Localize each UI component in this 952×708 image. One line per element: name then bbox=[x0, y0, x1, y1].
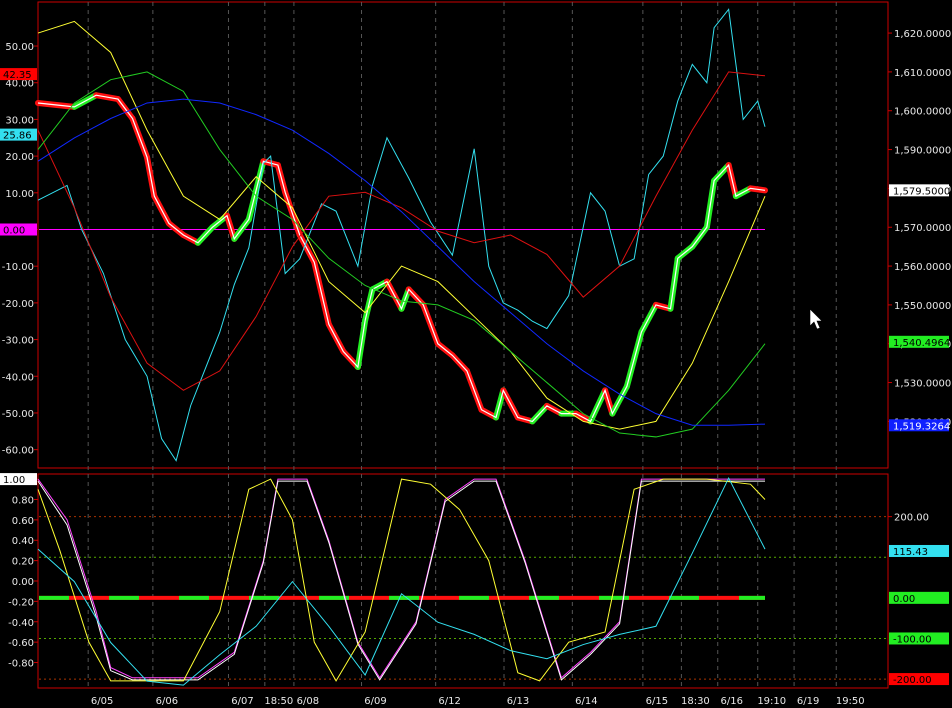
x-tick-label: 6/07 bbox=[231, 696, 253, 707]
x-tick-label: 6/16 bbox=[721, 696, 743, 707]
right-axis-tick-label: 1,560.0000 bbox=[894, 262, 951, 273]
left-axis-tick-label: 0.00 bbox=[12, 577, 34, 588]
left-axis-tick-label: -0.80 bbox=[8, 659, 34, 670]
left-axis-tick-label: -40.00 bbox=[2, 372, 34, 383]
x-tick-label: 6/08 bbox=[297, 696, 319, 707]
value-tag-label: 0.00 bbox=[893, 594, 915, 605]
left-axis-tick-label: 0.80 bbox=[12, 495, 34, 506]
left-axis-tick-label: 10.00 bbox=[5, 189, 34, 200]
right-axis-tick-label: 1,550.0000 bbox=[894, 301, 951, 312]
series-line bbox=[37, 8, 766, 462]
x-tick-label: 19:10 bbox=[757, 696, 786, 707]
x-tick-label: 18:50 bbox=[264, 696, 293, 707]
x-tick-label: 6/05 bbox=[91, 696, 113, 707]
x-tick-label: 6/19 bbox=[797, 696, 819, 707]
series-line bbox=[37, 476, 766, 686]
x-tick-label: 18:30 bbox=[681, 696, 710, 707]
series-line bbox=[37, 478, 766, 682]
left-axis-tick-label: 50.00 bbox=[5, 42, 34, 53]
left-axis-tick-label: 30.00 bbox=[5, 115, 34, 126]
right-axis-tick-label: 1,610.0000 bbox=[894, 68, 951, 79]
price-line bbox=[37, 94, 766, 423]
right-axis-tick-label: 1,590.0000 bbox=[894, 146, 951, 157]
right-axis-tick-label: 200.00 bbox=[894, 513, 929, 524]
left-axis-tick-label: 20.00 bbox=[5, 152, 34, 163]
value-tag-label: 115.43 bbox=[893, 547, 928, 558]
series-line bbox=[37, 20, 766, 430]
series-line bbox=[37, 71, 766, 438]
left-axis-tick-label: -60.00 bbox=[2, 446, 34, 457]
trading-chart: 6/05 6/06 6/07 18:50 6/08 6/09 6/12 6/13 6/14 6/1… bbox=[0, 1, 951, 707]
x-tick-label: 6/14 bbox=[575, 696, 597, 707]
value-tag-label: -200.00 bbox=[893, 675, 932, 686]
value-tag-label: 1,579.5000 bbox=[893, 186, 950, 197]
mouse-cursor-icon bbox=[809, 308, 823, 330]
left-axis-tick-label: 0.60 bbox=[12, 516, 34, 527]
right-axis-tick-label: 1,530.0000 bbox=[894, 379, 951, 390]
left-axis-tick-label: -0.60 bbox=[8, 638, 34, 649]
series-line bbox=[37, 478, 765, 679]
left-axis-tick-label: -50.00 bbox=[2, 409, 34, 420]
x-tick-label: 19:50 bbox=[836, 696, 865, 707]
x-tick-label: 6/12 bbox=[438, 696, 460, 707]
value-tag-label: 0.00 bbox=[3, 225, 25, 236]
value-tag-label: 25.86 bbox=[3, 131, 32, 142]
x-tick-label: 6/06 bbox=[156, 696, 178, 707]
x-tick-label: 6/13 bbox=[507, 696, 529, 707]
right-axis-tick-label: 1,570.0000 bbox=[894, 223, 951, 234]
left-axis-tick-label: -20.00 bbox=[2, 299, 34, 310]
left-axis-tick-label: -0.40 bbox=[8, 618, 34, 629]
value-tag-label: 1,519.3264 bbox=[893, 421, 950, 432]
value-tag-label: 1.00 bbox=[3, 475, 25, 486]
value-tag-label: 42.35 bbox=[3, 70, 32, 81]
oscillator-panel-frame bbox=[37, 473, 889, 689]
left-axis-tick-label: -10.00 bbox=[2, 262, 34, 273]
series-line bbox=[37, 480, 765, 681]
price-panel-frame bbox=[37, 1, 889, 469]
x-tick-label: 6/15 bbox=[646, 696, 668, 707]
series-line bbox=[37, 71, 766, 391]
x-tick-label: 6/09 bbox=[364, 696, 386, 707]
right-axis-tick-label: 1,620.0000 bbox=[894, 29, 951, 40]
left-axis-tick-label: -0.20 bbox=[8, 597, 34, 608]
left-axis-tick-label: -30.00 bbox=[2, 336, 34, 347]
left-axis-tick-label: 0.40 bbox=[12, 536, 34, 547]
right-axis-tick-label: 1,600.0000 bbox=[894, 107, 951, 118]
left-axis-tick-label: 0.20 bbox=[12, 557, 34, 568]
value-tag-label: 1,540.4964 bbox=[893, 338, 950, 349]
value-tag-label: -100.00 bbox=[893, 634, 932, 645]
